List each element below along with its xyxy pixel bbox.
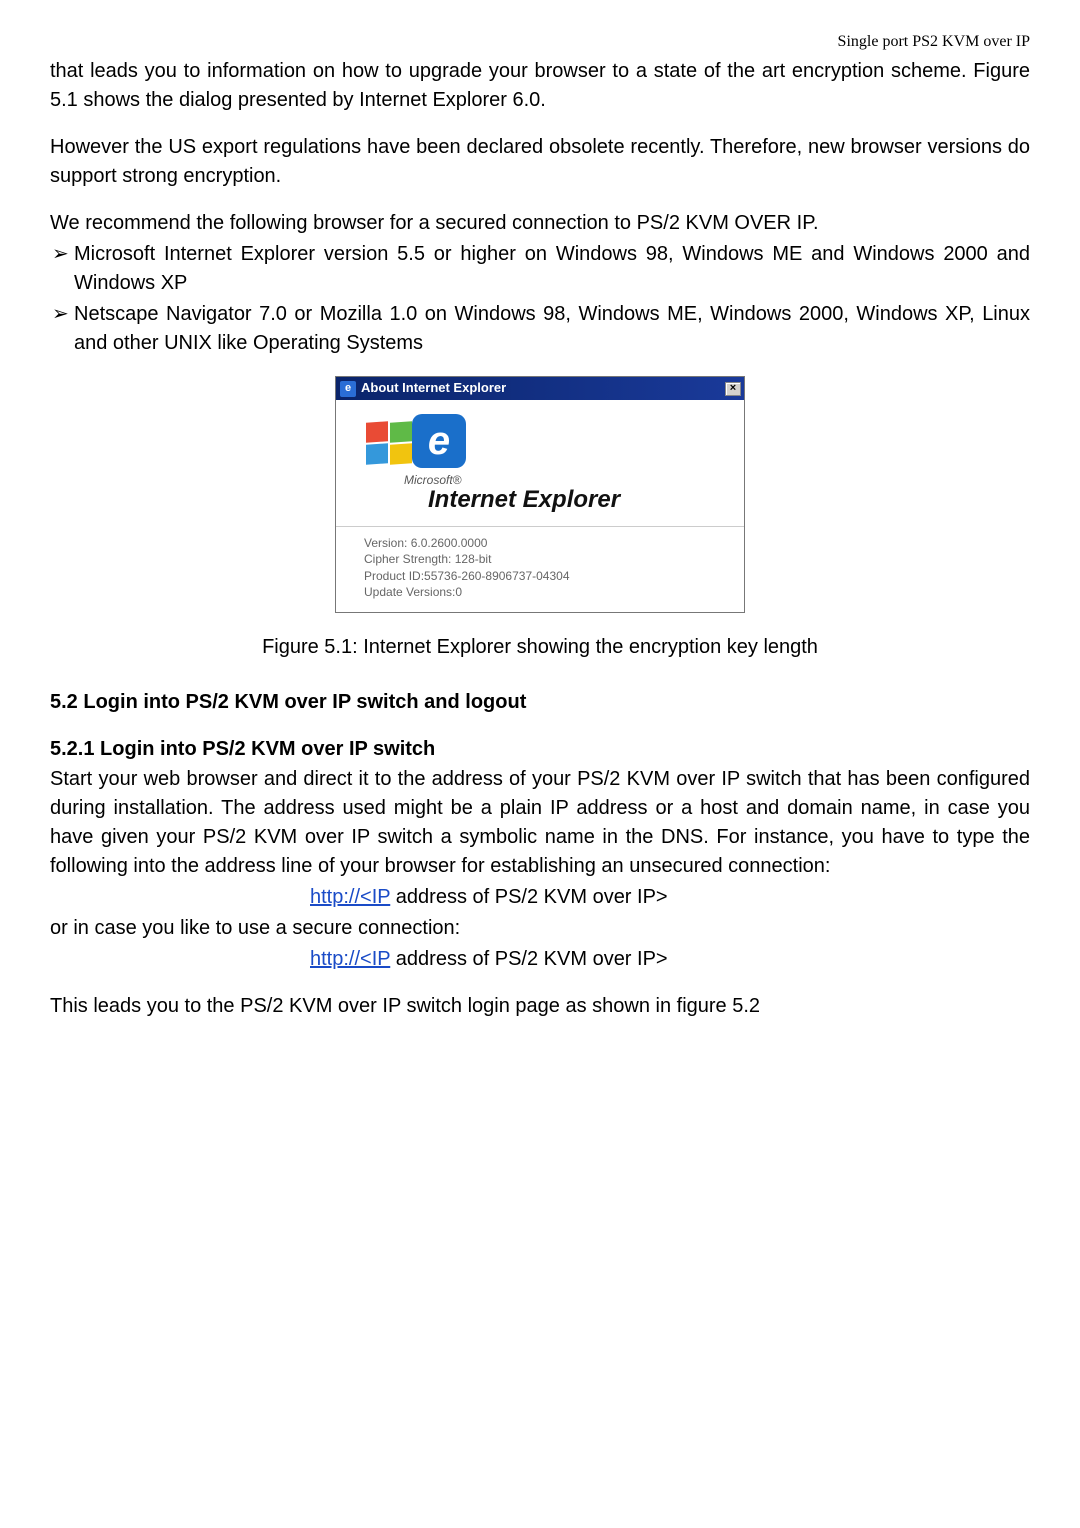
url-line-1: http://<IP address of PS/2 KVM over IP> [50,883,1030,912]
http-link[interactable]: http://<IP [310,948,390,970]
ie-logo-icon: e [412,414,466,468]
windows-flag-icon [364,420,416,470]
cipher-line: Cipher Strength: 128-bit [364,551,728,567]
dialog-logo-area: e Microsoft® Internet Explorer [336,400,744,527]
figure-caption: Figure 5.1: Internet Explorer showing th… [50,633,1030,662]
close-icon[interactable]: × [725,382,741,396]
browser-list: ➢ Microsoft Internet Explorer version 5.… [50,240,1030,358]
url-rest: address of PS/2 KVM over IP> [390,948,667,970]
update-line: Update Versions:0 [364,584,728,600]
list-item-text: Microsoft Internet Explorer version 5.5 … [74,240,1030,298]
about-ie-dialog: e About Internet Explorer × e Microsoft®… [335,376,745,613]
http-link[interactable]: http://<IP [310,886,390,908]
dialog-figure: e About Internet Explorer × e Microsoft®… [50,376,1030,613]
heading-5-2-1: 5.2.1 Login into PS/2 KVM over IP switch [50,735,1030,764]
dialog-title: About Internet Explorer [361,379,725,398]
heading-5-2: 5.2 Login into PS/2 KVM over IP switch a… [50,688,1030,717]
paragraph-export: However the US export regulations have b… [50,133,1030,191]
bullet-icon: ➢ [50,300,74,358]
dialog-titlebar: e About Internet Explorer × [336,377,744,400]
dialog-info: Version: 6.0.2600.0000 Cipher Strength: … [336,527,744,612]
paragraph-login-page: This leads you to the PS/2 KVM over IP s… [50,992,1030,1021]
ie-wordmark: Internet Explorer [428,483,728,518]
list-item: ➢ Microsoft Internet Explorer version 5.… [50,240,1030,298]
version-line: Version: 6.0.2600.0000 [364,535,728,551]
bullet-icon: ➢ [50,240,74,298]
paragraph-recommend: We recommend the following browser for a… [50,209,1030,238]
list-item: ➢ Netscape Navigator 7.0 or Mozilla 1.0 … [50,300,1030,358]
paragraph-login-intro: Start your web browser and direct it to … [50,765,1030,881]
page-header-right: Single port PS2 KVM over IP [50,30,1030,53]
url-line-2: http://<IP address of PS/2 KVM over IP> [50,945,1030,974]
list-item-text: Netscape Navigator 7.0 or Mozilla 1.0 on… [74,300,1030,358]
ie-small-icon: e [340,381,356,397]
url-rest: address of PS/2 KVM over IP> [390,886,667,908]
paragraph-secure: or in case you like to use a secure conn… [50,914,1030,943]
product-id-line: Product ID:55736-260-8906737-04304 [364,568,728,584]
paragraph-intro: that leads you to information on how to … [50,57,1030,115]
